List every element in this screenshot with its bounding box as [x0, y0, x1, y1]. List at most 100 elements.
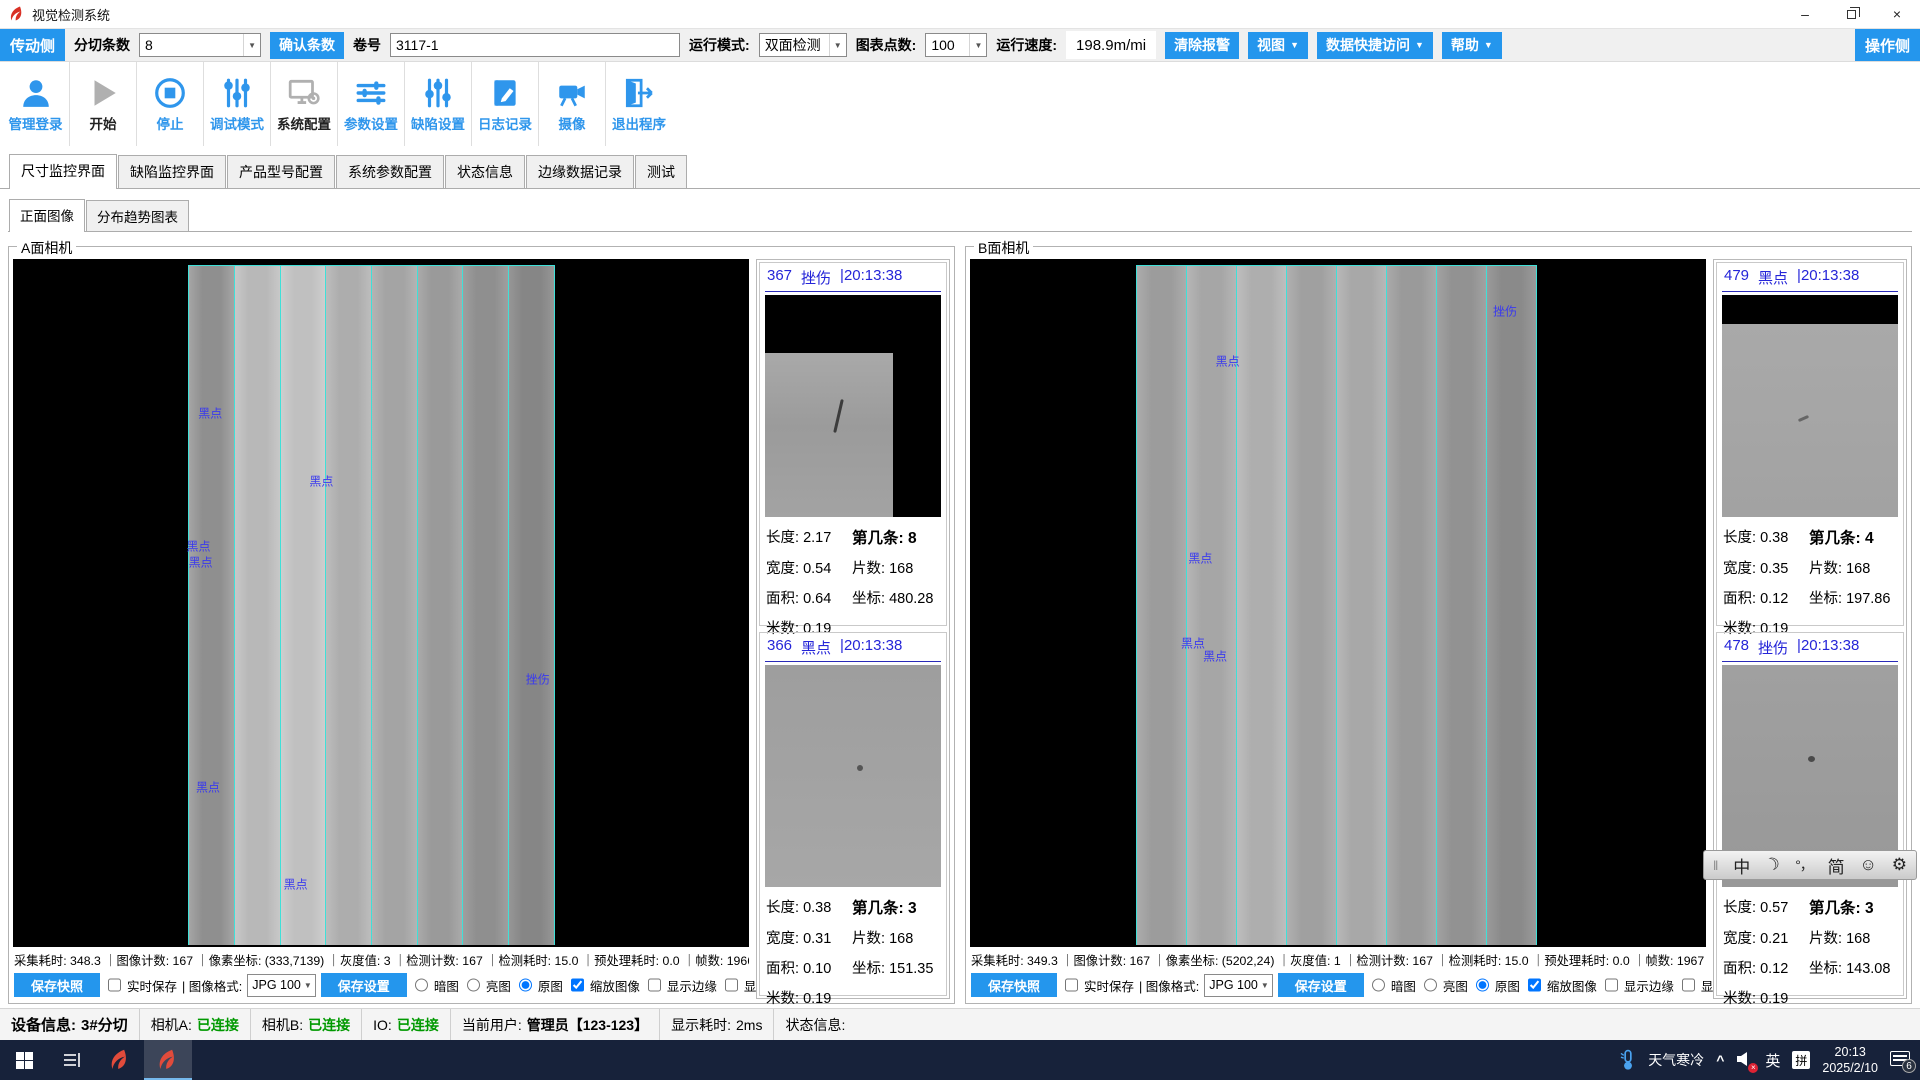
camera-button[interactable]: 摄像	[538, 62, 605, 146]
defect-card[interactable]: 366 黑点 |20:13:38 长度: 0.38 第几条: 3 宽度: 0.3…	[759, 632, 947, 996]
image-format-value: JPG 100	[1209, 978, 1258, 992]
save-settings-button[interactable]: 保存设置	[321, 973, 407, 997]
video-camera-icon	[555, 76, 589, 110]
bright-image-label: 亮图	[486, 976, 511, 995]
tab-system-param-config[interactable]: 系统参数配置	[336, 155, 444, 188]
current-user-cell: 当前用户:管理员【123-123】	[451, 1009, 660, 1040]
original-image-radio[interactable]	[519, 978, 532, 992]
original-image-radio[interactable]	[1476, 978, 1489, 992]
tab-edge-data-record[interactable]: 边缘数据记录	[526, 155, 634, 188]
slit-count-select[interactable]: 8 ▼	[139, 33, 261, 57]
language-indicator[interactable]: 英	[1765, 1050, 1780, 1071]
dark-image-radio[interactable]	[1372, 978, 1385, 992]
defect-time: |20:13:38	[840, 637, 902, 658]
bright-image-radio[interactable]	[1424, 978, 1437, 992]
start-button[interactable]	[0, 1040, 48, 1080]
ime-toolbar[interactable]: ‖ 中 ☽ °， 简 ☺ ⚙	[1703, 850, 1917, 880]
ime-cn-mode-button[interactable]: 中	[1733, 853, 1750, 878]
help-menu-button[interactable]: 帮助 ▼	[1442, 32, 1502, 59]
show-edge-checkbox[interactable]	[648, 978, 661, 992]
task-view-icon	[62, 1050, 82, 1070]
view-menu-button[interactable]: 视图 ▼	[1248, 32, 1308, 59]
transmission-side-button[interactable]: 传动侧	[0, 29, 65, 61]
camera-b-image[interactable]: 黑点挫伤黑点黑点黑点	[970, 259, 1706, 947]
camera-a-connected: 已连接	[197, 1015, 239, 1035]
minimize-button[interactable]: –	[1782, 0, 1828, 28]
ime-simplified-button[interactable]: 简	[1828, 853, 1845, 878]
pinyin-indicator[interactable]: 拼	[1792, 1051, 1810, 1069]
tab-product-model-config[interactable]: 产品型号配置	[227, 155, 335, 188]
data-quick-access-button[interactable]: 数据快捷访问 ▼	[1317, 32, 1433, 59]
realtime-save-checkbox[interactable]	[108, 978, 121, 992]
debug-mode-button[interactable]: 调试模式	[203, 62, 270, 146]
tray-expand-chevron[interactable]: ^	[1716, 1052, 1724, 1068]
roll-no-input[interactable]	[390, 33, 680, 57]
camera-panels-row: A面相机 黑点黑点黑点黑点挫伤黑点黑点 采集耗时: 348.3 ｜图像计数: 1…	[0, 232, 1920, 1008]
device-info-cell: 设备信息:3#分切	[0, 1009, 140, 1040]
zoom-image-checkbox[interactable]	[1528, 978, 1541, 992]
confirm-count-button[interactable]: 确认条数	[270, 32, 344, 59]
bright-image-radio[interactable]	[467, 978, 480, 992]
image-format-select[interactable]: JPG 100 ▼	[247, 974, 316, 997]
param-settings-button[interactable]: 参数设置	[337, 62, 404, 146]
dark-image-label: 暗图	[434, 976, 459, 995]
tab-defect-monitor[interactable]: 缺陷监控界面	[118, 155, 226, 188]
length-value: 长度: 0.38	[766, 896, 852, 918]
volume-muted-icon[interactable]: ×	[1736, 1051, 1753, 1070]
defect-card[interactable]: 479 黑点 |20:13:38 长度: 0.38 第几条: 4 宽度: 0.3…	[1716, 262, 1904, 626]
log-record-button[interactable]: 日志记录	[471, 62, 538, 146]
image-format-value: JPG 100	[252, 978, 301, 992]
save-snapshot-button[interactable]: 保存快照	[971, 973, 1057, 997]
chart-points-select[interactable]: 100 ▼	[925, 33, 987, 57]
start-button[interactable]: 开始	[69, 62, 136, 146]
subtab-distribution-chart[interactable]: 分布趋势图表	[86, 200, 189, 231]
admin-login-button[interactable]: 管理登录	[2, 62, 69, 146]
camera-a-image[interactable]: 黑点黑点黑点黑点挫伤黑点黑点	[13, 259, 749, 947]
image-format-select[interactable]: JPG 100 ▼	[1204, 974, 1273, 997]
icon-label: 系统配置	[277, 113, 331, 133]
meters-value: 米数: 0.19	[1723, 987, 1809, 1008]
show-edge-checkbox[interactable]	[1605, 978, 1618, 992]
stop-button[interactable]: 停止	[136, 62, 203, 146]
exit-icon	[622, 76, 656, 110]
clear-alarm-button[interactable]: 清除报警	[1165, 32, 1239, 59]
task-view-button[interactable]	[48, 1040, 96, 1080]
defect-card[interactable]: 367 挫伤 |20:13:38 长度: 2.17 第几条: 8 宽度: 0.5…	[759, 262, 947, 626]
tab-size-monitor[interactable]: 尺寸监控界面	[9, 154, 117, 189]
defect-type: 挫伤	[1758, 637, 1788, 658]
defect-settings-button[interactable]: 缺陷设置	[404, 62, 471, 146]
dark-image-radio[interactable]	[415, 978, 428, 992]
ime-drag-handle[interactable]: ‖	[1713, 858, 1718, 873]
play-icon	[86, 76, 120, 110]
operator-side-button[interactable]: 操作侧	[1855, 29, 1920, 61]
gear-icon[interactable]: ⚙	[1892, 855, 1907, 875]
system-config-button[interactable]: 系统配置	[270, 62, 337, 146]
taskbar-clock[interactable]: 20:13 2025/2/10	[1822, 1044, 1878, 1077]
maximize-button[interactable]	[1828, 0, 1874, 28]
taskbar-app-icon[interactable]	[96, 1040, 144, 1080]
icon-toolbar: 管理登录 开始 停止 调试模式 系统配置 参数设置 缺陷设置 日志记录 摄像 退…	[0, 62, 1920, 146]
taskbar-app-icon-active[interactable]	[144, 1040, 192, 1080]
chevron-down-icon: ▼	[969, 34, 986, 56]
emoji-icon[interactable]: ☺	[1860, 855, 1877, 875]
moon-icon[interactable]: ☽	[1762, 853, 1783, 877]
save-settings-button[interactable]: 保存设置	[1278, 973, 1364, 997]
zoom-image-checkbox[interactable]	[571, 978, 584, 992]
save-snapshot-button[interactable]: 保存快照	[14, 973, 100, 997]
realtime-save-checkbox[interactable]	[1065, 978, 1078, 992]
weather-text[interactable]: 天气寒冷	[1648, 1050, 1704, 1070]
run-mode-select[interactable]: 双面检测 ▼	[759, 33, 847, 57]
tab-test[interactable]: 测试	[635, 155, 687, 188]
subtab-front-image[interactable]: 正面图像	[9, 199, 85, 232]
exit-program-button[interactable]: 退出程序	[605, 62, 672, 146]
show-count-checkbox[interactable]	[1682, 978, 1695, 992]
tab-status-info[interactable]: 状态信息	[445, 155, 525, 188]
punctuation-icon[interactable]: °，	[1795, 855, 1813, 875]
dark-image-label: 暗图	[1391, 976, 1416, 995]
strip-region	[188, 265, 555, 945]
notification-center-button[interactable]: 6	[1890, 1051, 1910, 1069]
close-button[interactable]: ×	[1874, 0, 1920, 28]
sliders-vertical-icon	[220, 76, 254, 110]
defect-card[interactable]: 478 挫伤 |20:13:38 长度: 0.57 第几条: 3 宽度: 0.2…	[1716, 632, 1904, 996]
show-count-checkbox[interactable]	[725, 978, 738, 992]
